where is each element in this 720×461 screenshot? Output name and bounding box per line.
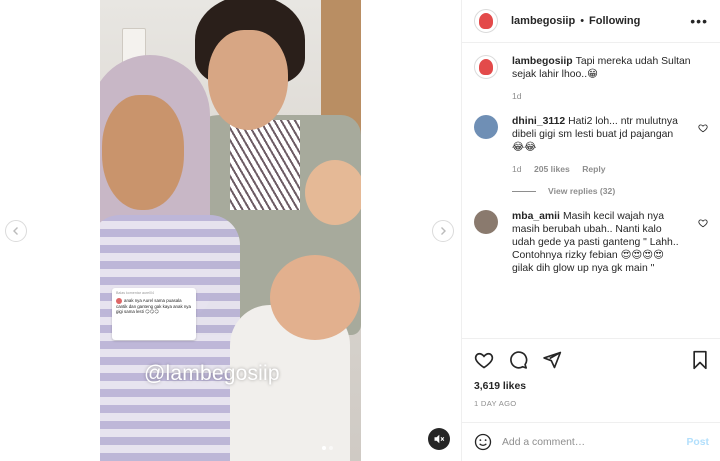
comment-body: dhini_3112 Hati2 loh... ntr mulutnya dibe… <box>512 115 682 154</box>
post-comment-button[interactable]: Post <box>686 437 709 448</box>
post-timestamp[interactable]: 1 DAY AGO <box>474 399 709 408</box>
carousel-indicator <box>322 446 333 450</box>
baby-in-sling <box>305 160 361 225</box>
media-pane: Balas komentar aurel04 anak nya Aurel sa… <box>0 0 461 461</box>
comment-item: dhini_3112 Hati2 loh... ntr mulutnya dibe… <box>474 115 708 174</box>
comment-reply-sticker: Balas komentar aurel04 anak nya Aurel sa… <box>112 288 196 340</box>
video-watermark: @lambegosiip <box>144 362 280 385</box>
comment-likes[interactable]: 205 likes <box>534 164 570 174</box>
author-username[interactable]: lambegosiip <box>511 15 575 27</box>
add-comment-bar: Post <box>462 422 720 461</box>
save-bookmark-icon[interactable] <box>691 350 709 370</box>
commenter-username[interactable]: dhini_3112 <box>512 116 565 127</box>
comments-list: lambegosiip Tapi mereka udah Sultan sejak… <box>462 43 720 338</box>
chevron-left-icon <box>13 227 18 235</box>
caption-avatar[interactable] <box>474 55 498 79</box>
comment-time[interactable]: 1d <box>512 164 522 174</box>
following-button[interactable]: Following <box>589 15 640 27</box>
comment-meta: 1d 205 likes Reply <box>512 164 682 174</box>
header-separator: • <box>580 15 585 27</box>
like-heart-icon[interactable] <box>474 350 494 370</box>
view-replies-line <box>512 190 536 192</box>
woman-right-face <box>208 30 288 130</box>
next-media-button[interactable] <box>432 220 454 242</box>
emoji-smiley-icon[interactable] <box>474 433 492 451</box>
mute-button[interactable] <box>428 428 450 450</box>
carousel-dot-2 <box>329 446 333 450</box>
commenter-username[interactable]: mba_amii <box>512 211 560 222</box>
instagram-post-modal: Balas komentar aurel04 anak nya Aurel sa… <box>0 0 720 461</box>
reply-button[interactable]: Reply <box>582 164 605 174</box>
post-side-panel: lambegosiip • Following ••• lambegosiip T… <box>461 0 720 461</box>
post-actions: 3,619 likes 1 DAY AGO <box>462 338 720 408</box>
comment-like-heart-icon[interactable] <box>698 123 708 133</box>
share-paper-plane-icon[interactable] <box>542 350 562 370</box>
comment-bubble-icon[interactable] <box>508 350 528 370</box>
more-options-icon[interactable]: ••• <box>690 13 708 29</box>
add-comment-input[interactable] <box>502 436 687 448</box>
caption-avatar-logo <box>479 59 493 75</box>
post-likes-count[interactable]: 3,619 likes <box>474 381 709 392</box>
comment-like-heart-icon[interactable] <box>698 218 708 228</box>
woman-left-face <box>102 95 184 210</box>
comment-body: mba_amii Masih kecil wajah nya masih beru… <box>512 210 682 275</box>
caption-username[interactable]: lambegosiip <box>512 56 573 67</box>
author-avatar-logo <box>479 13 493 29</box>
view-replies-label: View replies (32) <box>548 186 616 196</box>
previous-post-button[interactable] <box>5 220 27 242</box>
author-avatar[interactable] <box>474 9 498 33</box>
carousel-dot-1 <box>322 446 326 450</box>
caption-meta: 1d <box>512 91 708 101</box>
caption-body: lambegosiip Tapi mereka udah Sultan sejak… <box>512 55 708 81</box>
view-replies-button[interactable]: View replies (32) <box>512 186 708 196</box>
post-video[interactable]: Balas komentar aurel04 anak nya Aurel sa… <box>100 0 361 461</box>
post-header: lambegosiip • Following ••• <box>462 0 720 43</box>
comment-item: mba_amii Masih kecil wajah nya masih beru… <box>474 210 708 275</box>
muted-speaker-icon <box>434 434 445 444</box>
striped-shirt <box>230 120 300 210</box>
caption-time[interactable]: 1d <box>512 91 522 101</box>
commenter-avatar[interactable] <box>474 210 498 234</box>
sticker-text: anak nya Aurel sama puasala cantik dan g… <box>116 297 191 315</box>
chevron-right-icon <box>441 227 446 235</box>
baby-held <box>270 255 360 340</box>
action-icons-row <box>474 349 709 371</box>
commenter-avatar[interactable] <box>474 115 498 139</box>
sticker-header: Balas komentar aurel04 <box>116 291 154 295</box>
caption: lambegosiip Tapi mereka udah Sultan sejak… <box>474 55 708 101</box>
